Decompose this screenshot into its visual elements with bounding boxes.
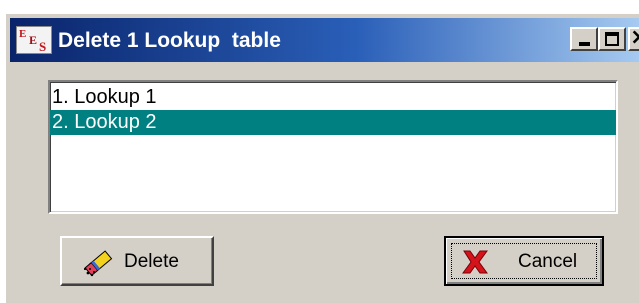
window-title: Delete 1 Lookup table bbox=[58, 29, 281, 52]
minimize-button[interactable] bbox=[570, 27, 598, 51]
maximize-icon bbox=[605, 32, 619, 46]
dialog-window: EES Delete 1 Lookup table × 1. Lookup 1 … bbox=[6, 14, 639, 303]
eraser-icon bbox=[82, 250, 116, 284]
close-icon: × bbox=[630, 27, 639, 49]
cancel-button-label: Cancel bbox=[518, 251, 578, 272]
minimize-icon bbox=[579, 42, 590, 46]
close-button[interactable]: × bbox=[628, 27, 639, 51]
maximize-button[interactable] bbox=[598, 27, 626, 51]
list-item-lookup-2[interactable]: 2. Lookup 2 bbox=[50, 110, 616, 135]
delete-button[interactable]: Delete bbox=[60, 236, 214, 286]
ees-logo-icon[interactable]: EES bbox=[16, 26, 52, 54]
delete-button-label: Delete bbox=[124, 251, 179, 272]
red-x-icon bbox=[460, 248, 490, 282]
list-item-lookup-1[interactable]: 1. Lookup 1 bbox=[50, 85, 616, 110]
title-bar[interactable]: EES Delete 1 Lookup table × bbox=[10, 18, 639, 62]
cancel-button[interactable]: Cancel bbox=[444, 236, 604, 286]
lookup-list[interactable]: 1. Lookup 1 2. Lookup 2 bbox=[48, 80, 618, 214]
